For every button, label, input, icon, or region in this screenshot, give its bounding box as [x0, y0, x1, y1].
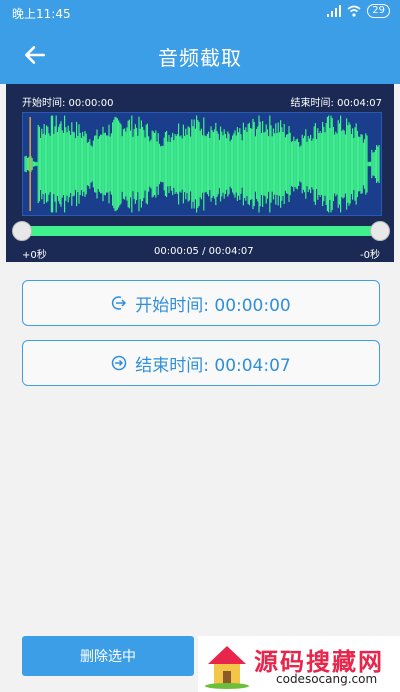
start-time-label: 开始时间: 00:00:00 — [135, 295, 291, 316]
left-offset-label: +0秒 — [22, 250, 47, 261]
page-title: 音频截取 — [158, 46, 242, 70]
trim-end-handle[interactable] — [370, 221, 390, 241]
house-logo-icon — [205, 646, 249, 689]
position-label: 00:00:05 / 00:04:07 — [154, 246, 254, 257]
right-offset-label: -0秒 — [360, 250, 380, 261]
status-time: 晚上11:45 — [12, 7, 71, 21]
waveform-graph — [24, 115, 380, 213]
waveform-start-label: 开始时间: 00:00:00 — [22, 98, 114, 109]
login-icon — [112, 296, 127, 310]
wifi-icon — [347, 5, 361, 17]
trim-slider-track[interactable] — [20, 226, 382, 236]
arrow-circle-icon — [112, 355, 127, 371]
status-icons: 29 — [327, 4, 390, 18]
watermark-url: codesocang.com — [276, 672, 378, 686]
trim-start-handle[interactable] — [12, 221, 32, 241]
battery-icon: 29 — [367, 4, 390, 18]
status-bar: 晚上11:45 29 — [0, 0, 400, 26]
signal-icon — [327, 5, 342, 17]
waveform-display[interactable] — [22, 112, 382, 216]
end-time-button[interactable]: 结束时间: 00:04:07 — [22, 340, 380, 386]
watermark: 源码搜藏网 codesocang.com — [198, 636, 400, 692]
delete-selected-button[interactable]: 删除选中 — [22, 636, 194, 676]
end-time-label: 结束时间: 00:04:07 — [135, 355, 291, 376]
start-time-button[interactable]: 开始时间: 00:00:00 — [22, 280, 380, 326]
waveform-end-label: 结束时间: 00:04:07 — [290, 98, 382, 109]
app-bar: 音频截取 — [0, 26, 400, 84]
